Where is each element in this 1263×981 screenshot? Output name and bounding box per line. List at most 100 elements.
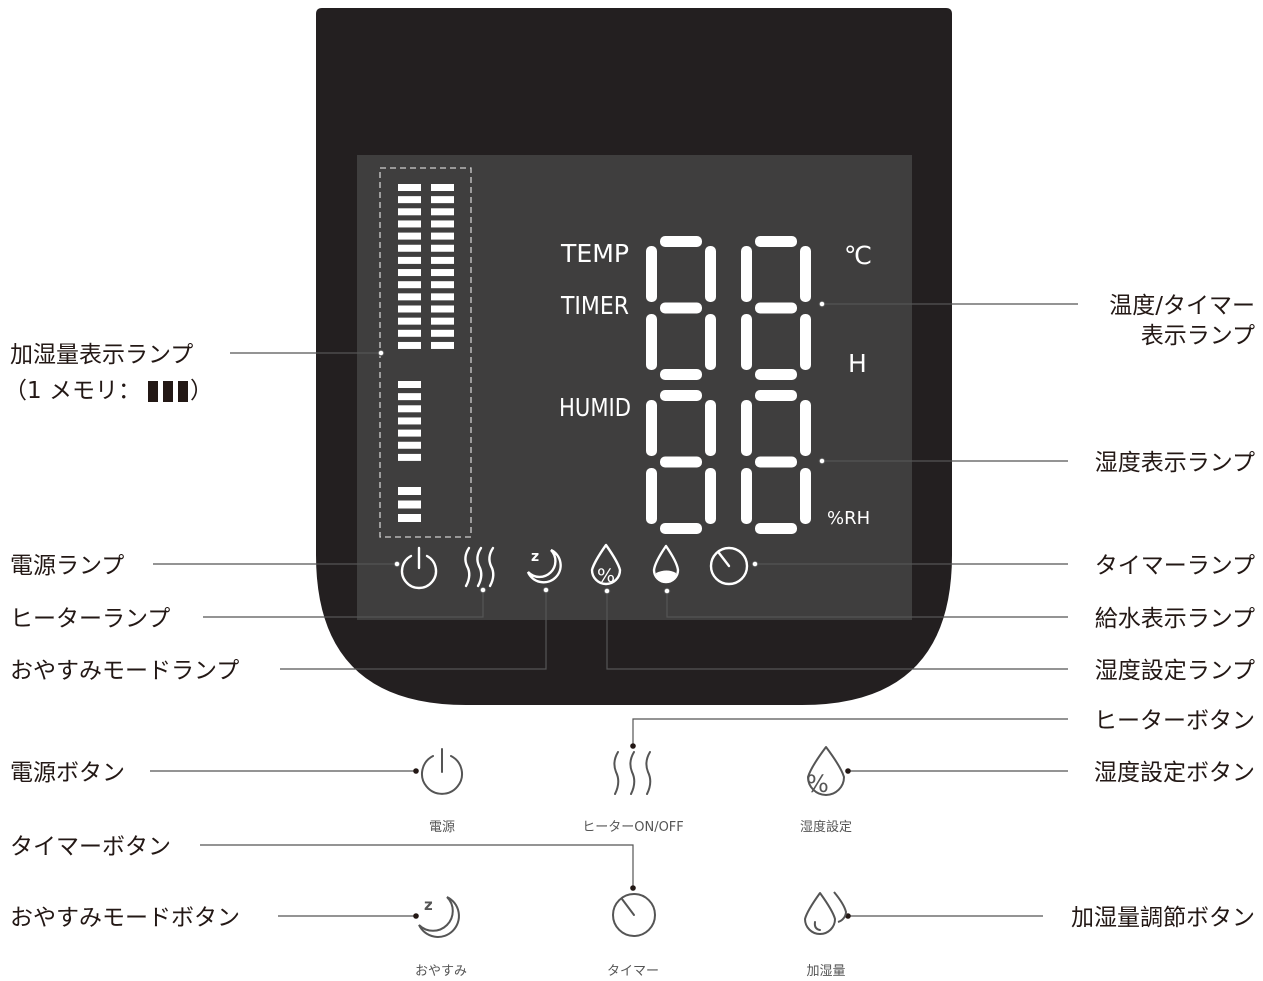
lcd-hour-unit: H xyxy=(848,349,867,378)
timer-button[interactable] xyxy=(612,893,656,937)
level-bar xyxy=(398,305,421,313)
segment-a xyxy=(660,390,702,401)
segment-b xyxy=(705,246,716,302)
level-bar xyxy=(398,196,421,204)
segment-c xyxy=(705,314,716,370)
level-bar xyxy=(431,184,454,191)
diagram-canvas: TEMP TIMER ℃ H HUMID %RH z % % z 電源 ヒーター… xyxy=(4,8,1255,979)
timer-caption: タイマー xyxy=(607,964,659,979)
level-bar xyxy=(431,244,454,252)
level-bar xyxy=(398,329,421,337)
segment-f xyxy=(646,400,657,456)
segment-d xyxy=(755,369,797,380)
level-bar xyxy=(398,487,421,495)
humidity-setting-button-label: 湿度設定ボタン xyxy=(1094,760,1255,786)
svg-text:z: z xyxy=(531,549,539,565)
segment-e xyxy=(646,468,657,524)
humidify-level-lamp-label: 加湿量表示ランプ xyxy=(10,342,193,368)
level-bar xyxy=(398,244,421,252)
segment-b xyxy=(705,400,716,456)
segment-c xyxy=(800,468,811,524)
level-bar xyxy=(398,441,421,449)
level-bar xyxy=(398,381,421,388)
temp-timer-lamp-label-line2: 表示ランプ xyxy=(1141,323,1255,349)
svg-text:%: % xyxy=(806,770,829,798)
level-bar xyxy=(431,232,454,240)
svg-text:z: z xyxy=(424,896,433,914)
segment-b xyxy=(800,246,811,302)
level-bar xyxy=(398,208,421,216)
level-bar xyxy=(431,293,454,301)
heater-lamp-label: ヒーターランプ xyxy=(10,606,170,632)
humidity-display-lamp-label: 湿度表示ランプ xyxy=(1095,450,1255,476)
heater-button[interactable] xyxy=(613,751,652,795)
power-lamp-label: 電源ランプ xyxy=(10,553,124,579)
level-bar xyxy=(398,500,421,509)
segment-d xyxy=(660,369,702,380)
segment-g xyxy=(660,302,702,314)
segment-b xyxy=(800,400,811,456)
sleep-mode-button-label: おやすみモードボタン xyxy=(10,905,240,931)
segment-c xyxy=(705,468,716,524)
level-bar xyxy=(431,256,454,264)
sleep-caption: おやすみ xyxy=(415,964,467,979)
heater-caption: ヒーターON/OFF xyxy=(582,820,684,835)
humidify-level-note-close: ） xyxy=(190,378,213,404)
lcd-celsius-unit: ℃ xyxy=(844,241,872,270)
humidify-amount-button[interactable] xyxy=(804,891,847,935)
segment-e xyxy=(646,314,657,370)
timer-button-label: タイマーボタン xyxy=(10,834,171,860)
level-bar xyxy=(398,341,421,349)
sleep-mode-lamp-label: おやすみモードランプ xyxy=(10,658,239,684)
level-bar xyxy=(398,256,421,264)
segment-c xyxy=(800,314,811,370)
lcd-rh-unit: %RH xyxy=(827,508,870,529)
power-button[interactable] xyxy=(421,748,463,795)
level-bar xyxy=(398,514,421,522)
segment-e xyxy=(741,468,752,524)
level-bar xyxy=(398,220,421,228)
level-bar xyxy=(398,184,421,191)
level-bar xyxy=(398,453,421,461)
segment-a xyxy=(755,390,797,401)
level-bar xyxy=(431,269,454,277)
level-bar xyxy=(398,393,421,401)
level-bar xyxy=(398,269,421,277)
humidity-setting-caption: 湿度設定 xyxy=(800,819,852,835)
timer-lamp-label: タイマーランプ xyxy=(1095,553,1255,579)
level-bar xyxy=(431,220,454,228)
segment-g xyxy=(755,456,797,468)
level-bar xyxy=(398,317,421,325)
power-button-label: 電源ボタン xyxy=(10,760,125,786)
level-bar xyxy=(398,232,421,240)
level-bar xyxy=(431,341,454,349)
segment-d xyxy=(755,523,797,534)
level-bar xyxy=(398,281,421,289)
svg-text:%: % xyxy=(597,565,615,587)
segment-g xyxy=(755,302,797,314)
heater-button-label: ヒーターボタン xyxy=(1094,708,1255,734)
level-bar xyxy=(398,293,421,301)
segment-d xyxy=(660,523,702,534)
level-bar xyxy=(431,208,454,216)
level-bar xyxy=(431,305,454,313)
segment-a xyxy=(755,236,797,247)
one-step-bars-symbol xyxy=(148,381,188,402)
level-bar xyxy=(398,429,421,437)
segment-e xyxy=(741,314,752,370)
sleep-mode-button[interactable]: z xyxy=(418,896,460,938)
segment-f xyxy=(646,246,657,302)
segment-f xyxy=(741,400,752,456)
level-bar xyxy=(398,405,421,413)
humidify-level-note-open: （1 メモリ： xyxy=(4,378,141,404)
humidify-amount-caption: 加湿量 xyxy=(806,964,845,979)
level-bar xyxy=(431,317,454,325)
level-bar xyxy=(398,417,421,425)
segment-f xyxy=(741,246,752,302)
level-bar xyxy=(431,329,454,337)
lcd-humid-label: HUMID xyxy=(559,393,631,422)
water-supply-lamp-label: 給水表示ランプ xyxy=(1095,606,1255,632)
humidity-setting-button[interactable]: % xyxy=(806,746,845,798)
level-bar xyxy=(431,281,454,289)
power-caption: 電源 xyxy=(429,820,455,835)
